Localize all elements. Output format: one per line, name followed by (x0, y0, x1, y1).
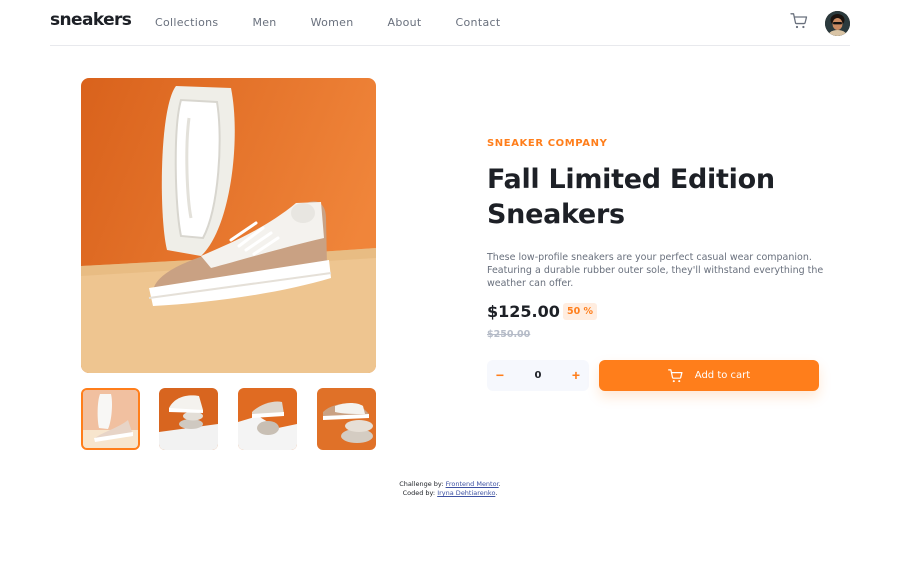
frontend-mentor-link[interactable]: Frontend Mentor (446, 480, 499, 488)
nav-men[interactable]: Men (252, 16, 276, 29)
company-name: SNEAKER COMPANY (487, 138, 608, 149)
cart-icon (667, 368, 683, 382)
product-description: These low-profile sneakers are your perf… (487, 252, 824, 289)
thumbnail-2[interactable] (159, 388, 218, 450)
coded-period: . (495, 489, 498, 497)
quantity-stepper: − 0 + (487, 360, 589, 391)
attribution: Challenge by: Frontend Mentor. Coded by:… (250, 480, 650, 498)
nav-about[interactable]: About (388, 16, 422, 29)
nav-collections[interactable]: Collections (155, 16, 218, 29)
product-title: Fall Limited Edition Sneakers (487, 164, 775, 230)
current-price: $125.00 (487, 302, 560, 321)
challenge-period: . (498, 480, 501, 488)
increase-quantity-button[interactable]: + (563, 360, 589, 391)
main-nav: Collections Men Women About Contact (155, 16, 534, 29)
quantity-value: 0 (534, 370, 542, 381)
coded-prefix: Coded by: (402, 489, 436, 497)
thumbnail-4-image (317, 388, 376, 450)
cart-icon[interactable] (790, 13, 808, 29)
thumbnail-3-image (238, 388, 297, 450)
main-product-image[interactable] (81, 78, 376, 373)
avatar[interactable] (825, 11, 850, 36)
thumbnail-2-image (159, 388, 218, 450)
thumbnail-gallery (81, 388, 376, 450)
discount-badge: 50 % (563, 303, 597, 320)
sneaker-photo (81, 78, 376, 373)
nav-contact[interactable]: Contact (456, 16, 501, 29)
original-price: $250.00 (487, 329, 531, 340)
add-to-cart-button[interactable]: Add to cart (599, 360, 819, 391)
attribution-challenge: Challenge by: Frontend Mentor. (250, 480, 650, 489)
decrease-quantity-button[interactable]: − (487, 360, 513, 391)
attribution-coder: Coded by: Iryna Dehtiarenko. (250, 489, 650, 498)
logo[interactable]: sneakers (50, 10, 132, 30)
add-to-cart-label: Add to cart (694, 370, 751, 381)
site-header: sneakers Collections Men Women About Con… (50, 0, 850, 46)
avatar-image (825, 11, 850, 36)
nav-women[interactable]: Women (311, 16, 354, 29)
author-link[interactable]: Iryna Dehtiarenko (437, 489, 495, 497)
thumbnail-1-image (83, 390, 138, 448)
thumbnail-4[interactable] (317, 388, 376, 450)
thumbnail-1[interactable] (81, 388, 140, 450)
thumbnail-3[interactable] (238, 388, 297, 450)
challenge-prefix: Challenge by: (399, 480, 444, 488)
